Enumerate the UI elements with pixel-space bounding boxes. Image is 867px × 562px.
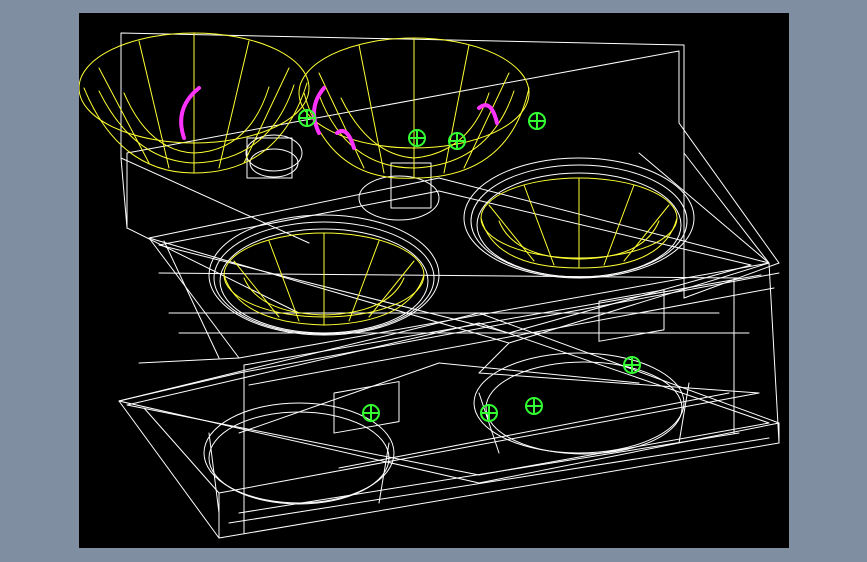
- reflector-bowl-top-right: [298, 37, 530, 179]
- fastener-2: [408, 129, 426, 147]
- fastener-8: [623, 356, 641, 374]
- fastener-1: [298, 109, 316, 127]
- cabinet-frame: [118, 32, 780, 539]
- wireframe-scene[interactable]: [79, 13, 789, 548]
- reflector-bowl-top-left: [79, 32, 310, 174]
- fastener-4: [528, 112, 546, 130]
- fastener-5: [362, 404, 380, 422]
- cad-viewport[interactable]: [79, 13, 789, 548]
- fastener-7: [525, 397, 543, 415]
- fastener-6: [480, 404, 498, 422]
- reflector-bowl-middle-left: [223, 232, 425, 326]
- reflector-bowl-middle-right: [480, 177, 678, 269]
- fastener-3: [448, 132, 466, 150]
